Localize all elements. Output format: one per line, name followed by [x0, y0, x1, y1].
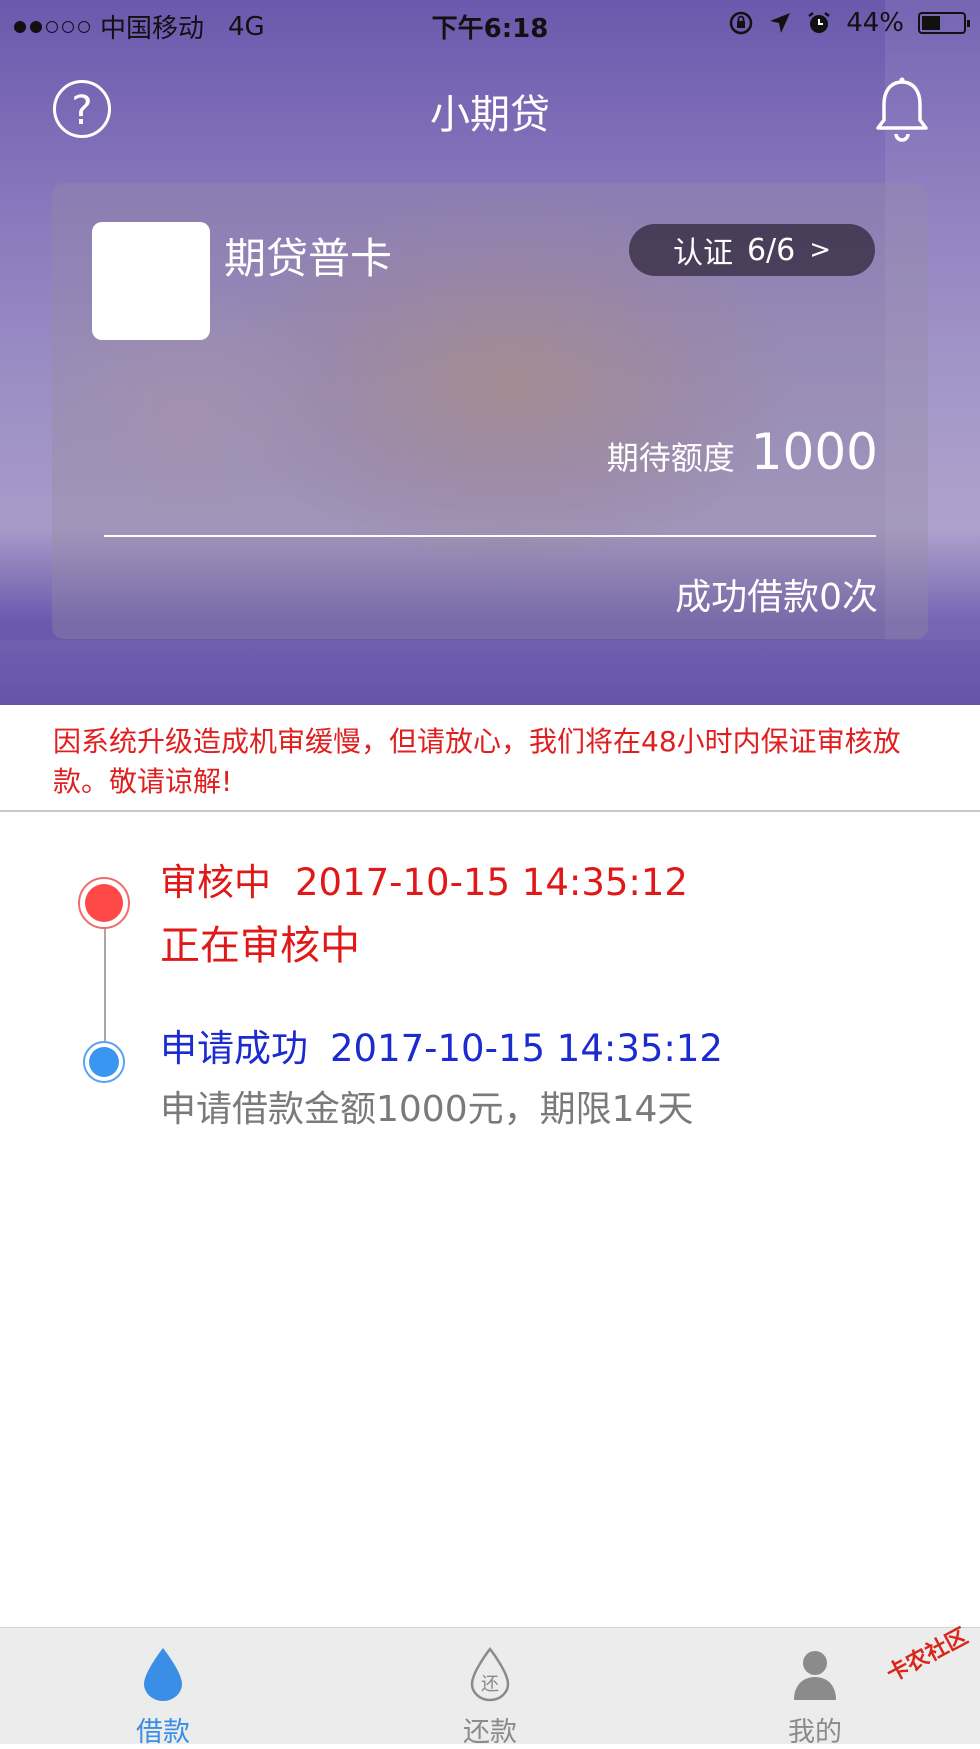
location-icon: [770, 13, 791, 33]
card-logo: [92, 222, 210, 340]
timeline-event-desc: 正在审核中: [160, 923, 360, 969]
tab-label: 借款: [136, 1717, 190, 1748]
timeline-node-reviewing: [78, 877, 130, 929]
tab-bar: 借款 还 还款 我的: [0, 1627, 980, 1748]
bell-icon[interactable]: [874, 76, 930, 146]
timeline-event-desc: 申请借款金额1000元，期限14天: [160, 1089, 694, 1130]
auth-label: 认证: [672, 236, 733, 271]
credit-limit-label: 期待额度: [606, 439, 735, 477]
auth-progress: 6/6: [746, 232, 796, 268]
timeline-event-title: 审核中 2017-10-15 14:35:12: [160, 852, 688, 906]
tab-label: 我的: [788, 1717, 842, 1748]
credit-limit: 期待额度 1000: [607, 423, 878, 481]
card-name: 期贷普卡: [224, 234, 393, 283]
timeline-event-title: 申请成功 2017-10-15 14:35:12: [160, 1018, 723, 1072]
battery-icon: [918, 12, 970, 34]
credit-limit-value: 1000: [750, 423, 878, 481]
event-time: 2017-10-15 14:35:12: [295, 861, 688, 904]
system-notice: 因系统升级造成机审缓慢，但请放心，我们将在48小时内保证审核放款。敬请谅解!: [53, 725, 901, 798]
rotation-lock-icon: [729, 11, 753, 35]
event-time: 2017-10-15 14:35:12: [330, 1027, 723, 1070]
battery-percent: 44%: [846, 8, 904, 38]
notice-divider: [0, 810, 980, 812]
tab-borrow[interactable]: 借款: [93, 1628, 233, 1748]
event-status: 审核中: [160, 861, 271, 904]
status-bar: 中国移动 4G 下午6:18 44%: [0, 0, 980, 50]
header-bottom-band: [0, 640, 980, 705]
loan-card: 期贷普卡 认证 6/6 > 期待额度 1000 成功借款0次: [52, 183, 928, 639]
tab-mine[interactable]: 我的: [745, 1628, 885, 1748]
event-status: 申请成功: [160, 1027, 308, 1070]
repay-drop-icon: 还: [470, 1646, 510, 1702]
alarm-icon: [808, 12, 830, 33]
tab-label: 还款: [463, 1717, 517, 1748]
success-loan-count: 成功借款0次: [675, 577, 878, 618]
chevron-right-icon: >: [809, 235, 832, 265]
card-divider: [104, 535, 876, 537]
drop-icon: [144, 1648, 182, 1701]
page-title: 小期贷: [430, 92, 550, 138]
timeline-node-applied: [83, 1041, 125, 1083]
svg-text:还: 还: [481, 1674, 499, 1695]
person-icon: [794, 1651, 836, 1700]
header-hero: 中国移动 4G 下午6:18 44% ? 小期贷 期贷普卡 认证 6/6 > 期…: [0, 0, 980, 705]
auth-status-button[interactable]: 认证 6/6 >: [629, 224, 875, 276]
tab-repay[interactable]: 还 还款: [420, 1628, 560, 1748]
